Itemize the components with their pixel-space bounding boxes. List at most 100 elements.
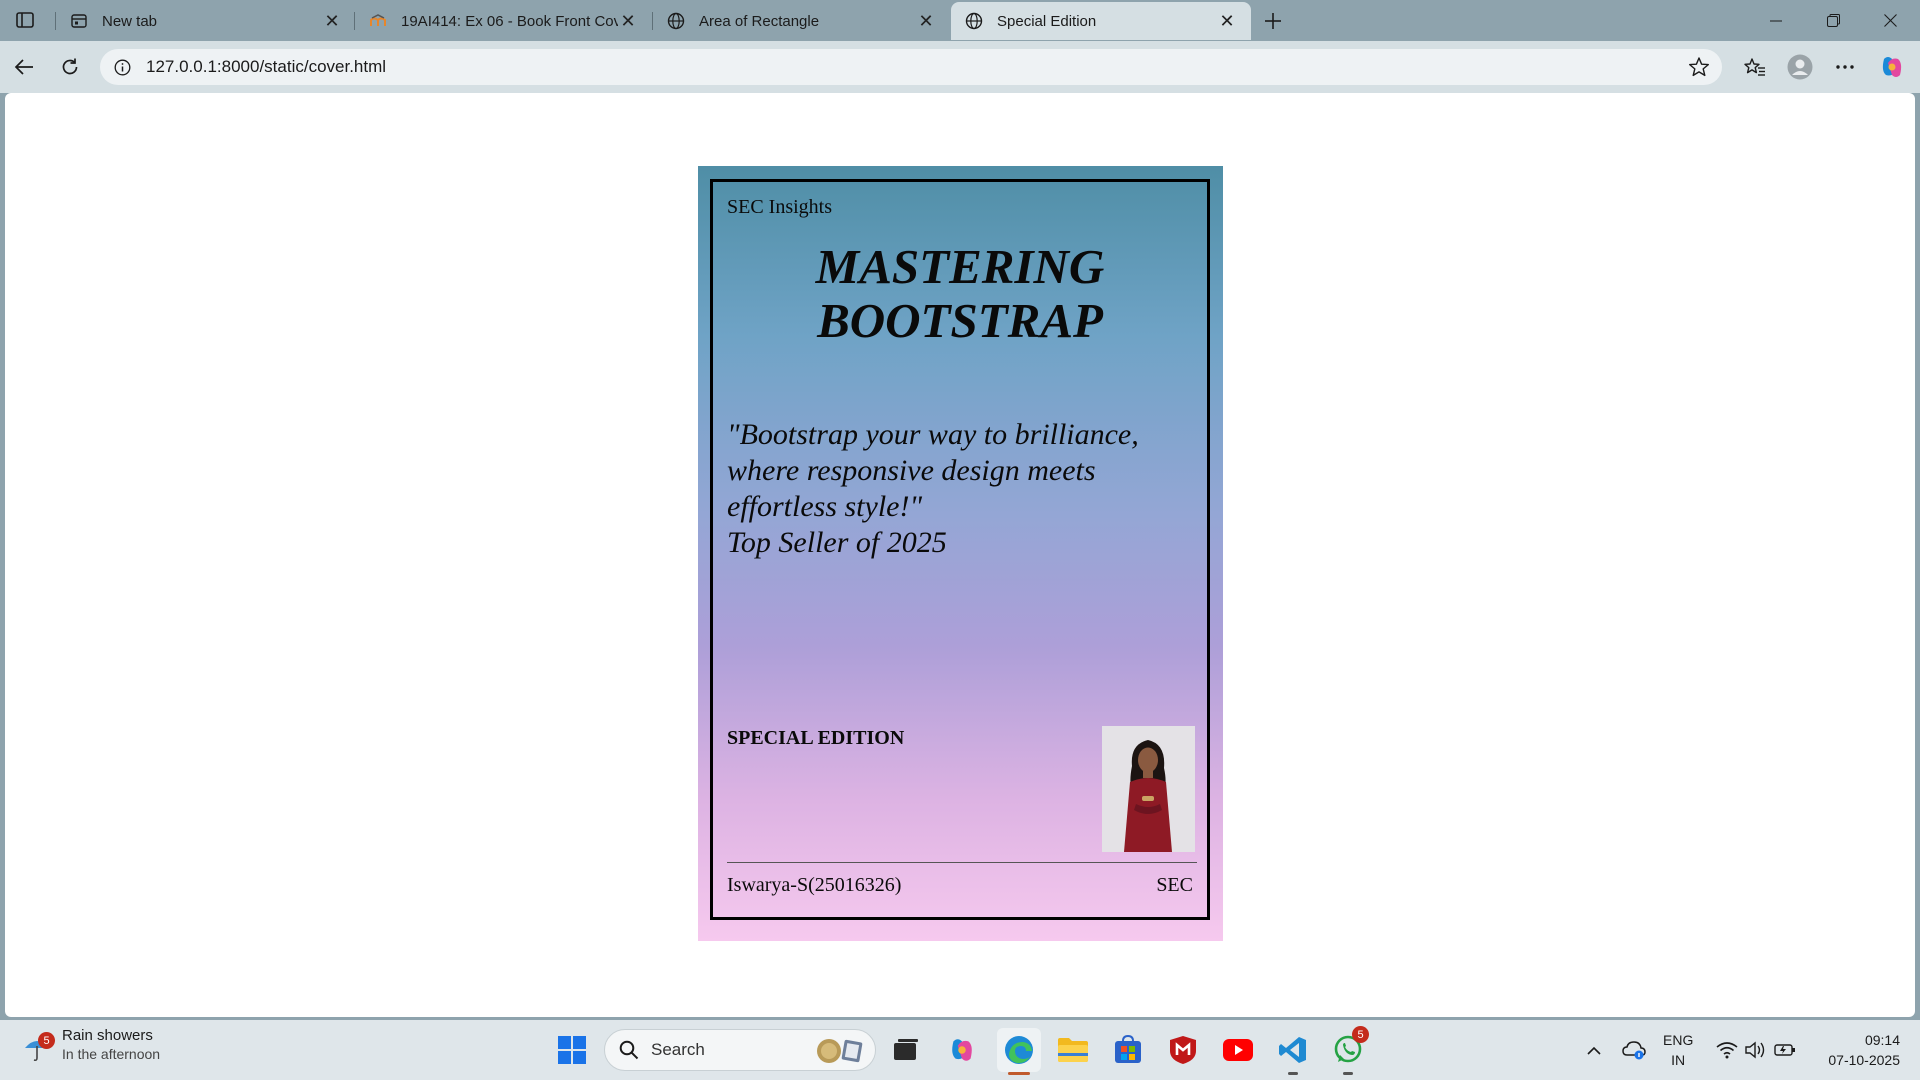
vscode-button[interactable]	[1273, 1030, 1313, 1070]
task-view-button[interactable]	[886, 1030, 926, 1070]
weather-badge: 5	[38, 1032, 55, 1049]
close-icon[interactable]: ✕	[916, 11, 936, 31]
top-seller-line: Top Seller of 2025	[727, 526, 947, 559]
weather-subtitle: In the afternoon	[62, 1045, 161, 1062]
cover-quote: "Bootstrap your way to brilliance, where…	[727, 417, 1197, 561]
tab-area-of-rectangle[interactable]: Area of Rectangle ✕	[653, 2, 950, 40]
close-icon[interactable]: ✕	[1217, 11, 1237, 31]
clock-date: 07-10-2025	[1828, 1052, 1900, 1068]
plus-icon	[1265, 13, 1281, 29]
region-code: IN	[1671, 1052, 1686, 1068]
folder-icon	[1058, 1038, 1088, 1062]
edge-running-indicator	[1008, 1072, 1030, 1075]
rain-umbrella-icon: 5	[22, 1026, 55, 1062]
tab-title: 19AI414: Ex 06 - Book Front Cove	[401, 12, 618, 30]
system-clock[interactable]: 09:14 07-10-2025	[1828, 1030, 1900, 1070]
taskbar-search[interactable]: Search	[604, 1029, 876, 1071]
wifi-icon	[1716, 1042, 1738, 1059]
windows-logo-icon	[558, 1036, 586, 1064]
refresh-icon	[62, 58, 78, 75]
minimize-icon	[1770, 20, 1782, 21]
close-window-button[interactable]	[1862, 0, 1918, 41]
whatsapp-badge: 5	[1352, 1026, 1369, 1043]
microsoft-store-button[interactable]	[1108, 1030, 1148, 1070]
battery-charging-icon	[1774, 1044, 1795, 1056]
tab-book-front-cover[interactable]: 19AI414: Ex 06 - Book Front Cove ✕	[355, 2, 652, 40]
profile-button[interactable]	[1784, 51, 1816, 83]
back-arrow-icon	[14, 59, 33, 75]
file-explorer-button[interactable]	[1053, 1030, 1093, 1070]
tab-actions-button[interactable]	[12, 8, 38, 32]
cloud-sync-icon	[1622, 1041, 1646, 1060]
speaker-icon	[1745, 1041, 1765, 1059]
whatsapp-button[interactable]: 5	[1328, 1026, 1369, 1070]
favorites-button[interactable]	[1739, 51, 1771, 83]
windows-taskbar: 5 Rain showers In the afternoon Search 5…	[0, 1020, 1920, 1080]
weather-title: Rain showers	[62, 1026, 153, 1044]
restore-icon	[1826, 14, 1840, 27]
copilot-button[interactable]	[1876, 51, 1908, 83]
youtube-icon	[1223, 1039, 1253, 1061]
site-info-icon[interactable]	[112, 57, 132, 77]
profile-avatar-icon	[1787, 54, 1813, 80]
book-title-line-1: MASTERING	[815, 239, 1105, 294]
copilot-icon	[952, 1039, 972, 1061]
tab-title: Area of Rectangle	[699, 12, 820, 30]
restore-button[interactable]	[1805, 0, 1861, 41]
favorite-star-icon[interactable]	[1688, 56, 1710, 78]
edition-label: SPECIAL EDITION	[727, 727, 905, 749]
settings-more-button[interactable]	[1829, 51, 1861, 83]
tab-title: New tab	[102, 12, 158, 30]
imprint-label: SEC	[1156, 874, 1193, 896]
copilot-icon	[1882, 57, 1902, 77]
cover-divider	[727, 862, 1197, 863]
youtube-button[interactable]	[1218, 1030, 1258, 1070]
globe-icon	[965, 12, 983, 30]
weather-widget[interactable]: 5 Rain showers In the afternoon	[22, 1026, 160, 1062]
search-icon	[619, 1040, 639, 1060]
globe-icon	[667, 12, 685, 30]
new-tab-button[interactable]	[1258, 6, 1288, 36]
author-photo	[1102, 726, 1195, 852]
start-button[interactable]	[552, 1030, 592, 1070]
show-hidden-icons-button[interactable]	[1582, 1020, 1606, 1080]
chevron-up-icon	[1587, 1046, 1601, 1055]
close-icon	[1883, 14, 1897, 27]
wifi-tray-button[interactable]	[1714, 1020, 1740, 1080]
quote-line-2: where responsive design meets	[727, 454, 1096, 487]
more-dots-icon	[1836, 65, 1854, 69]
tab-title: Special Edition	[997, 12, 1097, 30]
url-text[interactable]: 127.0.0.1:8000/static/cover.html	[146, 57, 386, 77]
copilot-taskbar-button[interactable]	[942, 1030, 982, 1070]
weather-text: Rain showers In the afternoon	[62, 1027, 160, 1062]
minimize-button[interactable]	[1748, 0, 1804, 41]
sidebar-icon	[16, 12, 34, 28]
edge-browser-icon	[1005, 1036, 1033, 1064]
back-button[interactable]	[8, 51, 40, 83]
publisher-label: SEC Insights	[727, 196, 833, 218]
onedrive-tray-button[interactable]	[1620, 1020, 1648, 1080]
address-bar[interactable]: 127.0.0.1:8000/static/cover.html	[100, 49, 1722, 85]
close-icon[interactable]: ✕	[322, 11, 342, 31]
tab-special-edition[interactable]: Special Edition ✕	[951, 2, 1251, 40]
vscode-icon	[1279, 1037, 1306, 1063]
tab-new-tab[interactable]: New tab ✕	[56, 2, 356, 40]
store-icon	[1115, 1035, 1141, 1063]
clock-time: 09:14	[1864, 1032, 1900, 1048]
book-title: MASTERING BOOTSTRAP	[713, 240, 1207, 348]
language-code: ENG	[1663, 1032, 1694, 1048]
mcafee-button[interactable]	[1163, 1030, 1203, 1070]
quote-line-3: effortless style!"	[727, 490, 923, 523]
volume-tray-button[interactable]	[1744, 1020, 1768, 1080]
newtab-page-icon	[70, 12, 88, 30]
edge-taskbar-button[interactable]	[997, 1028, 1041, 1072]
refresh-button[interactable]	[54, 51, 86, 83]
cover-frame: SEC Insights MASTERING BOOTSTRAP "Bootst…	[710, 179, 1210, 920]
book-cover: SEC Insights MASTERING BOOTSTRAP "Bootst…	[698, 166, 1223, 941]
language-indicator[interactable]: ENG IN	[1663, 1030, 1693, 1070]
battery-tray-button[interactable]	[1772, 1020, 1798, 1080]
close-icon[interactable]: ✕	[618, 11, 638, 31]
page-viewport: SEC Insights MASTERING BOOTSTRAP "Bootst…	[5, 93, 1915, 1017]
search-label: Search	[651, 1040, 705, 1059]
favorites-icon	[1744, 58, 1765, 76]
